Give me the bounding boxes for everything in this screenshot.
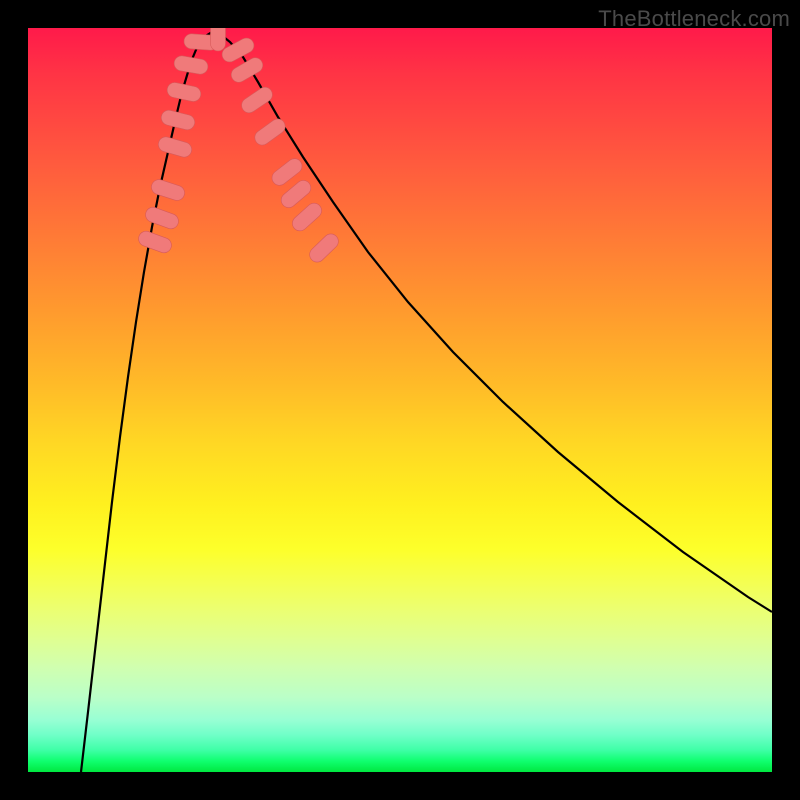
- data-point-markers: [136, 28, 341, 265]
- data-point-marker: [166, 81, 202, 103]
- data-point-marker: [143, 205, 180, 231]
- watermark-text: TheBottleneck.com: [598, 6, 790, 32]
- plot-area: [28, 28, 772, 772]
- chart-svg: [28, 28, 772, 772]
- data-point-marker: [239, 84, 276, 115]
- data-point-marker: [150, 178, 187, 203]
- data-point-marker: [211, 28, 226, 51]
- data-point-marker: [252, 116, 288, 148]
- data-point-marker: [157, 135, 194, 159]
- data-point-marker: [160, 109, 197, 132]
- data-point-marker: [173, 55, 209, 76]
- data-point-marker: [307, 231, 342, 265]
- chart-frame: TheBottleneck.com: [0, 0, 800, 800]
- data-point-marker: [136, 229, 173, 255]
